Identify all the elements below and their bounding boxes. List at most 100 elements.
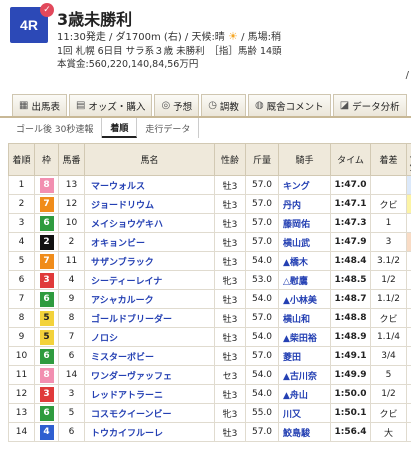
jockey-link[interactable]: 鮫島駿 [278, 422, 331, 442]
sex-age: 牡3 [214, 289, 246, 309]
comment-icon: ◍ [254, 100, 264, 111]
table-row[interactable]: 422オキョンビー牡357.0横山武1:47.933 [8, 232, 411, 252]
finish-position: 9 [8, 327, 35, 347]
table-row[interactable]: 13 6 5 コスモクイーンビー 牝3 55.0 川又 1:50.1 クビ [8, 403, 411, 423]
column-header[interactable]: 斤量 [245, 143, 279, 176]
table-row[interactable]: 14 4 6 トウカイフルーレ 牡3 57.0 鮫島駿 1:56.4 大 [8, 422, 411, 442]
horse-name-link[interactable]: コスモクイーンビー [84, 403, 215, 423]
horse-name-link[interactable]: オキョンビー [84, 232, 215, 252]
popularity [406, 384, 411, 404]
horse-number: 4 [58, 270, 85, 290]
jockey-link[interactable]: ▲柴田裕 [278, 327, 331, 347]
horse-name-link[interactable]: レッドアトラーニ [84, 384, 215, 404]
horse-number: 9 [58, 289, 85, 309]
horse-number: 13 [58, 175, 85, 195]
clock-icon: ◷ [208, 100, 217, 111]
jockey-link[interactable]: 丹内 [278, 194, 331, 214]
jockey-link[interactable]: キング [278, 175, 331, 195]
jockey-link[interactable]: ▲橋木 [278, 251, 331, 271]
table-row[interactable]: 3 6 10 メイショウゲキハ 牡3 57.0 藤岡佑 1:47.3 1 [8, 213, 411, 233]
horse-name-link[interactable]: ワンダーヴァッフェ [84, 365, 215, 385]
horse-name-link[interactable]: ノロシ [84, 327, 215, 347]
table-row[interactable]: 8 5 8 ゴールドブリーダー 牡3 57.0 横山和 1:48.8 クビ [8, 308, 411, 328]
tab-3[interactable]: ◷ 調教 [201, 94, 246, 116]
target-icon: ◎ [161, 100, 171, 111]
horse-name-link[interactable]: トウカイフルーレ [84, 422, 215, 442]
table-row[interactable]: 6 3 4 シーティーレイナ 牝3 53.0 △慰鷹 1:48.5 1/2 [8, 270, 411, 290]
horse-name-link[interactable]: サザンブラック [84, 251, 215, 271]
column-header[interactable]: 着順 [8, 143, 35, 176]
table-row[interactable]: 10 6 6 ミスターボビー 牡3 57.0 菱田 1:49.1 3/4 [8, 346, 411, 366]
table-row[interactable]: 7 6 9 アシャカルーク 牡3 54.0 ▲小林美 1:48.7 1.1/2 [8, 289, 411, 309]
column-header[interactable]: 人気 [406, 143, 411, 176]
column-header[interactable]: 騎手 [278, 143, 331, 176]
margin: 1 [370, 213, 407, 233]
column-header[interactable]: 着差 [370, 143, 407, 176]
finish-position: 2 [8, 194, 35, 214]
carried-weight: 57.0 [245, 308, 279, 328]
tab-1[interactable]: ▤ オッズ・購入 [68, 94, 153, 116]
jockey-link[interactable]: 藤岡佑 [278, 213, 331, 233]
column-header[interactable]: タイム [330, 143, 371, 176]
horse-name-link[interactable]: ミスターボビー [84, 346, 215, 366]
table-row[interactable]: 12 3 3 レッドアトラーニ 牡3 54.0 ▲舟山 1:50.0 1/2 [8, 384, 411, 404]
subtab-1[interactable]: 着順 [102, 118, 138, 138]
jockey-link[interactable]: △慰鷹 [278, 270, 331, 290]
table-row[interactable]: 5 7 11 サザンブラック 牡3 54.0 ▲橋木 1:48.4 3.1/2 [8, 251, 411, 271]
jockey-link[interactable]: ▲小林美 [278, 289, 331, 309]
carried-weight: 54.0 [245, 384, 279, 404]
waku-cell: 6 [34, 213, 59, 233]
race-title: 3歳未勝利 [57, 10, 133, 29]
tab-5[interactable]: ◪ データ分析 [332, 94, 407, 116]
horse-name-link[interactable]: シーティーレイナ [84, 270, 215, 290]
finish-time: 1:47.0 [330, 175, 371, 195]
popularity [406, 213, 411, 233]
carried-weight: 57.0 [245, 194, 279, 214]
table-row[interactable]: 11 8 14 ワンダーヴァッフェ セ3 54.0 ▲古川奈 1:49.9 5 [8, 365, 411, 385]
table-row[interactable]: 1813マーウォルス牡357.0キング1:47.0 2 [8, 175, 411, 195]
finish-position: 3 [8, 213, 35, 233]
carried-weight: 57.0 [245, 175, 279, 195]
margin: クビ [370, 403, 407, 423]
sex-age: 牡3 [214, 346, 246, 366]
margin: 3/4 [370, 346, 407, 366]
finish-position: 4 [8, 232, 35, 252]
sex-age: セ3 [214, 365, 246, 385]
popularity [406, 403, 411, 423]
column-header[interactable]: 馬番 [58, 143, 85, 176]
tab-label: オッズ・購入 [88, 101, 146, 113]
margin: 5 [370, 365, 407, 385]
tab-2[interactable]: ◎ 予想 [154, 94, 200, 116]
jockey-link[interactable]: ▲古川奈 [278, 365, 331, 385]
table-row[interactable]: 9 5 7 ノロシ 牡3 54.0 ▲柴田裕 1:48.9 1.1/4 [8, 327, 411, 347]
subtab-0[interactable]: ゴール後 30秒速報 [0, 118, 103, 138]
sex-age: 牡3 [214, 175, 246, 195]
race-info: 11:30発走 / ダ1700m (右) / 天候:晴 ☀ / 馬場:稍 [57, 28, 281, 43]
column-header[interactable]: 性齢 [214, 143, 246, 176]
jockey-link[interactable]: 川又 [278, 403, 331, 423]
jockey-link[interactable]: ▲舟山 [278, 384, 331, 404]
finish-position: 6 [8, 270, 35, 290]
horse-name-link[interactable]: マーウォルス [84, 175, 215, 195]
tab-4[interactable]: ◍ 厩舎コメント [247, 94, 331, 116]
horse-name-link[interactable]: アシャカルーク [84, 289, 215, 309]
margin: 大 [370, 422, 407, 442]
horse-name-link[interactable]: ジョードリウム [84, 194, 215, 214]
horse-name-link[interactable]: ゴールドブリーダー [84, 308, 215, 328]
jockey-link[interactable]: 菱田 [278, 346, 331, 366]
popularity: 3 [406, 232, 411, 252]
margin: クビ [370, 194, 407, 214]
jockey-link[interactable]: 横山和 [278, 308, 331, 328]
horse-name-link[interactable]: メイショウゲキハ [84, 213, 215, 233]
table-row[interactable]: 2712ジョードリウム牡357.0丹内1:47.1クビ1 [8, 194, 411, 214]
jockey-link[interactable]: 横山武 [278, 232, 331, 252]
column-header[interactable]: 馬名 [84, 143, 215, 176]
column-header[interactable]: 枠 [34, 143, 59, 176]
subtab-2[interactable]: 走行データ [137, 118, 200, 138]
race-conditions: 1回 札幌 6日目 サラ系３歳 未勝利 ［指］馬齢 14頭 [57, 46, 282, 57]
waku-cell: 5 [34, 327, 59, 347]
result-subtabs: ゴール後 30秒速報 着順 走行データ [0, 118, 411, 138]
sex-age: 牡3 [214, 194, 246, 214]
tab-0[interactable]: ▦ 出馬表 [12, 94, 67, 116]
horse-number: 12 [58, 194, 85, 214]
